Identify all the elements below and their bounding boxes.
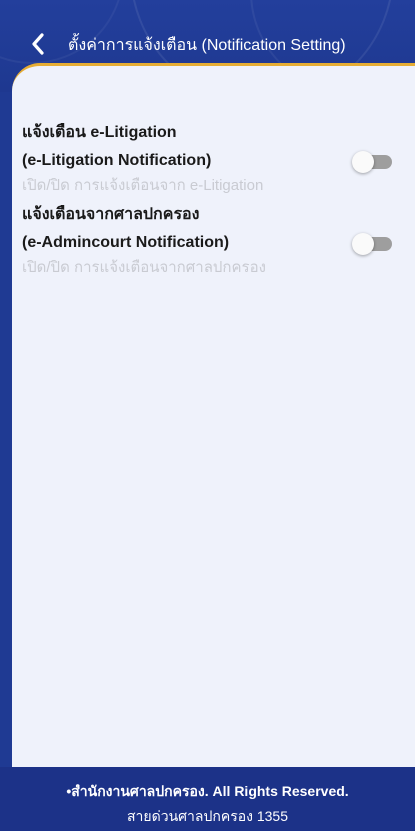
toggle-knob bbox=[352, 151, 374, 173]
toggle-knob bbox=[352, 233, 374, 255]
e-litigation-toggle[interactable] bbox=[352, 151, 392, 173]
footer: •สำนักงานศาลปกครอง. All Rights Reserved.… bbox=[0, 767, 415, 831]
setting-subtitle: (e-Litigation Notification) bbox=[22, 152, 212, 169]
setting-description: เปิด/ปิด การแจ้งเตือนจาก e-Litigation bbox=[22, 177, 264, 194]
back-button[interactable] bbox=[26, 30, 50, 58]
setting-e-admincourt: แจ้งเตือนจากศาลปกครอง (e-Admincourt Noti… bbox=[22, 201, 402, 279]
settings-panel: แจ้งเตือน e-Litigation (e-Litigation Not… bbox=[12, 63, 415, 767]
e-admincourt-toggle[interactable] bbox=[352, 233, 392, 255]
copyright-text: •สำนักงานศาลปกครอง. All Rights Reserved. bbox=[66, 783, 349, 799]
setting-title: แจ้งเตือนจากศาลปกครอง bbox=[22, 206, 200, 223]
setting-description: เปิด/ปิด การแจ้งเตือนจากศาลปกครอง bbox=[22, 259, 266, 276]
setting-e-litigation: แจ้งเตือน e-Litigation (e-Litigation Not… bbox=[22, 119, 402, 197]
setting-subtitle: (e-Admincourt Notification) bbox=[22, 234, 230, 251]
page-title: ตั้งค่าการแจ้งเตือน (Notification Settin… bbox=[68, 37, 346, 54]
hotline-text: สายด่วนศาลปกครอง 1355 bbox=[127, 808, 288, 824]
setting-title: แจ้งเตือน e-Litigation bbox=[22, 124, 177, 141]
chevron-left-icon bbox=[32, 33, 44, 55]
